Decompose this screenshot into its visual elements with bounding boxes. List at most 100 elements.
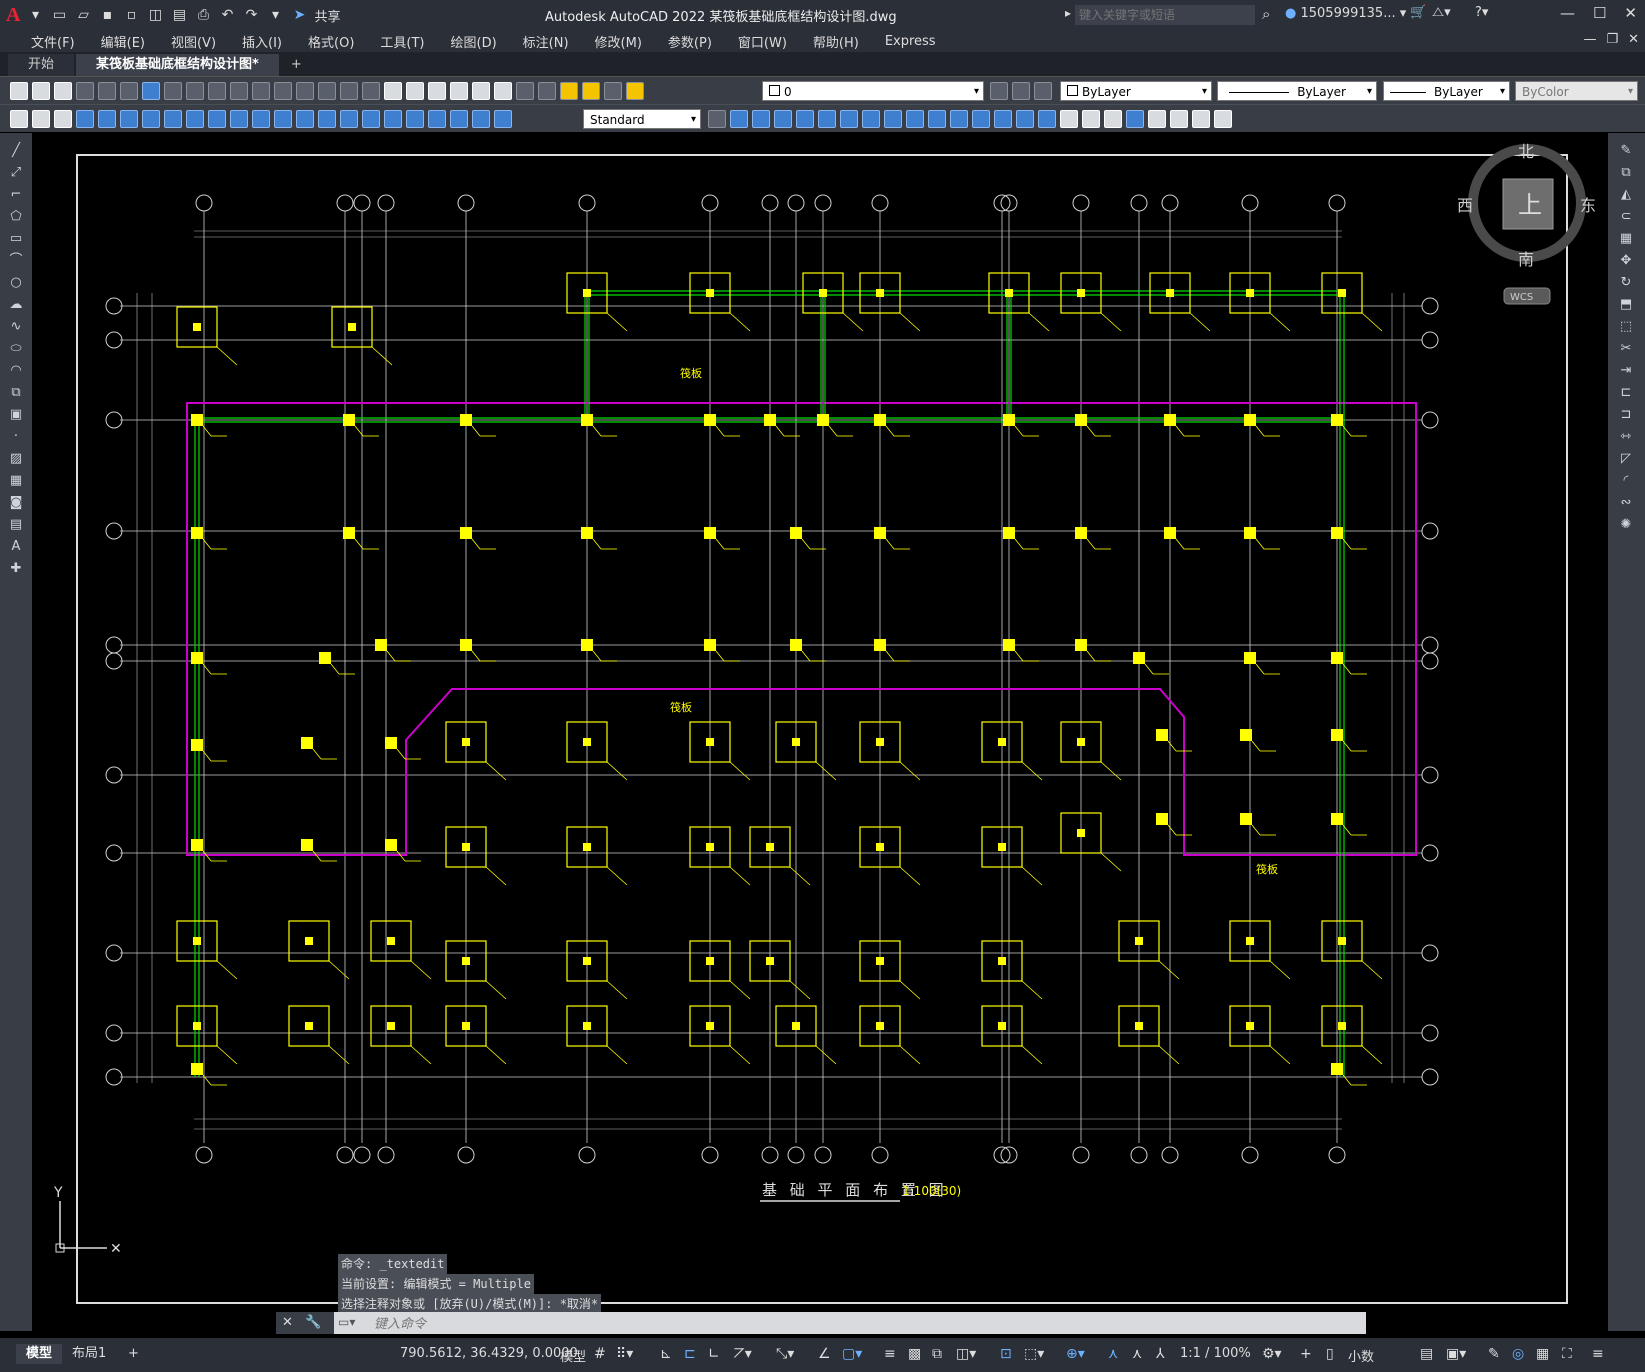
help-icon[interactable] bbox=[516, 82, 534, 100]
hatch-icon[interactable] bbox=[1170, 110, 1188, 128]
model-space-toggle[interactable]: 模型 bbox=[560, 1346, 586, 1365]
center-mark-icon[interactable] bbox=[384, 110, 402, 128]
open-icon[interactable] bbox=[32, 82, 50, 100]
isodraft-icon[interactable]: ⤡▾ bbox=[776, 1346, 794, 1362]
share-label[interactable]: 共享 bbox=[314, 6, 340, 25]
lineweight-icon[interactable]: ≡ bbox=[884, 1346, 896, 1362]
quick-dim-icon[interactable] bbox=[252, 110, 270, 128]
annotation-scale-value[interactable]: 1:1 / 100% bbox=[1180, 1346, 1251, 1361]
isolate-objects-icon[interactable]: ✎ bbox=[1488, 1346, 1500, 1362]
tab-model[interactable]: 模型 bbox=[16, 1344, 63, 1364]
trim-icon[interactable]: ✂ bbox=[1618, 341, 1634, 357]
coordinates-readout[interactable]: 790.5612, 36.4329, 0.0000 bbox=[400, 1346, 578, 1361]
menu-draw[interactable]: 绘图(D) bbox=[438, 32, 510, 51]
save-as-icon[interactable]: ▫ bbox=[122, 7, 140, 23]
layer-manager-icon[interactable] bbox=[538, 82, 556, 100]
extend-icon[interactable]: ⇥ bbox=[1618, 363, 1634, 379]
lock-ui-icon[interactable]: ▣▾ bbox=[1446, 1346, 1466, 1362]
grid-icon[interactable]: # bbox=[594, 1346, 606, 1362]
offset-icon[interactable]: ⊂ bbox=[1618, 209, 1634, 225]
tool-palettes-icon[interactable] bbox=[428, 82, 446, 100]
fillet-icon[interactable] bbox=[1016, 110, 1034, 128]
open-file-icon[interactable]: ▱ bbox=[74, 7, 92, 23]
selection-filter-icon[interactable]: ⬚▾ bbox=[1024, 1346, 1044, 1362]
layer-dropdown[interactable]: 0 ▾ bbox=[762, 81, 984, 101]
new-file-icon[interactable]: ▭ bbox=[50, 7, 68, 23]
aligned-dim-icon[interactable] bbox=[98, 110, 116, 128]
undo-icon[interactable] bbox=[252, 82, 270, 100]
annotation-scale-icon[interactable]: ⅄ bbox=[1156, 1346, 1165, 1362]
tab-drawing[interactable]: 某筏板基础底框结构设计图* bbox=[76, 54, 279, 76]
close-icon[interactable]: ✕ bbox=[1624, 4, 1637, 22]
paste-icon[interactable] bbox=[208, 82, 226, 100]
sun-icon[interactable] bbox=[582, 82, 600, 100]
copy-icon[interactable]: ⧉ bbox=[1618, 165, 1634, 181]
menu-format[interactable]: 格式(O) bbox=[295, 32, 367, 51]
chevron-right-icon[interactable]: ▸ bbox=[1065, 6, 1071, 20]
gear-icon[interactable]: ⚙▾ bbox=[1262, 1346, 1282, 1362]
mirror-icon[interactable]: ◭ bbox=[1618, 187, 1634, 203]
publish-icon[interactable] bbox=[120, 82, 138, 100]
linetype-dropdown[interactable]: ByLayer ▾ bbox=[1217, 81, 1377, 101]
dim-text-edit-icon[interactable] bbox=[472, 110, 490, 128]
freeze-icon[interactable] bbox=[604, 82, 622, 100]
new-tab-button[interactable]: + bbox=[281, 54, 312, 76]
color-dropdown[interactable]: ByLayer ▾ bbox=[1060, 81, 1212, 101]
markup-icon[interactable] bbox=[472, 82, 490, 100]
circle-icon[interactable]: ○ bbox=[8, 275, 24, 291]
menu-file[interactable]: 文件(F) bbox=[18, 32, 88, 51]
clean-screen-icon[interactable]: ▦ bbox=[1536, 1346, 1549, 1362]
undo-icon[interactable]: ↶ bbox=[218, 7, 236, 23]
copy-icon[interactable] bbox=[186, 82, 204, 100]
gradient-icon[interactable]: ▦ bbox=[8, 473, 24, 489]
customize-icon[interactable]: 🔧 bbox=[305, 1315, 321, 1330]
make-current-icon[interactable] bbox=[1034, 82, 1052, 100]
erase-icon[interactable]: ✎ bbox=[1618, 143, 1634, 159]
customization-icon[interactable]: ≡ bbox=[1592, 1346, 1604, 1362]
bulb-icon[interactable] bbox=[560, 82, 578, 100]
viewcube-west[interactable]: 西 bbox=[1457, 196, 1473, 215]
dim-space-icon[interactable] bbox=[318, 110, 336, 128]
lock-icon[interactable] bbox=[626, 82, 644, 100]
dynamic-ucs-icon[interactable]: ⊡ bbox=[1000, 1346, 1012, 1362]
search-icon[interactable]: ⌕ bbox=[1262, 5, 1270, 23]
scale-icon[interactable] bbox=[862, 110, 880, 128]
angular-icon[interactable] bbox=[230, 110, 248, 128]
ordinate-icon[interactable] bbox=[142, 110, 160, 128]
fullscreen-icon[interactable]: ⛶ bbox=[1562, 1346, 1572, 1362]
web-save-icon[interactable]: ◫ bbox=[146, 7, 164, 23]
add-layout-button[interactable]: + bbox=[118, 1344, 149, 1364]
blend-icon[interactable]: ∾ bbox=[1618, 495, 1634, 511]
break-icon[interactable] bbox=[950, 110, 968, 128]
object-snap-icon[interactable]: ▢▾ bbox=[842, 1346, 862, 1362]
fillet-icon[interactable]: ◜ bbox=[1618, 473, 1634, 489]
join-icon[interactable]: ⇿ bbox=[1618, 429, 1634, 445]
break-at-point-icon[interactable]: ⊏ bbox=[1618, 385, 1634, 401]
polyline-icon[interactable]: ⌐ bbox=[8, 187, 24, 203]
doc-minimize-icon[interactable]: — bbox=[1583, 32, 1596, 47]
menu-view[interactable]: 视图(V) bbox=[158, 32, 229, 51]
tab-start[interactable]: 开始 bbox=[8, 54, 75, 76]
cart-icon[interactable]: 🛒 bbox=[1410, 5, 1426, 20]
menu-dimension[interactable]: 标注(N) bbox=[510, 32, 582, 51]
ellipse-icon[interactable]: ⬭ bbox=[8, 341, 24, 357]
zoom-realtime-icon[interactable] bbox=[318, 82, 336, 100]
dim-break-icon[interactable] bbox=[340, 110, 358, 128]
explode-icon[interactable]: ✺ bbox=[1618, 517, 1634, 533]
zoom-window-icon[interactable] bbox=[340, 82, 358, 100]
doc-restore-icon[interactable]: ❐ bbox=[1606, 32, 1618, 47]
search-input[interactable] bbox=[1075, 5, 1255, 25]
print-icon[interactable]: ⎙ bbox=[194, 7, 212, 23]
3d-dwf-icon[interactable] bbox=[142, 82, 160, 100]
table-icon[interactable] bbox=[1192, 110, 1210, 128]
redo-icon[interactable] bbox=[274, 82, 292, 100]
viewcube-south[interactable]: 南 bbox=[1518, 250, 1534, 269]
mtext-icon[interactable]: A bbox=[8, 539, 24, 555]
customize-icon[interactable]: ▾ bbox=[266, 7, 284, 23]
dim-style-icon[interactable] bbox=[708, 110, 726, 128]
ortho-icon[interactable]: ∟ bbox=[708, 1346, 720, 1362]
copy-object-icon[interactable] bbox=[730, 110, 748, 128]
auto-scale-icon[interactable]: ⋏ bbox=[1132, 1346, 1142, 1362]
infer-constraints-icon[interactable]: ⊾ bbox=[660, 1346, 672, 1362]
help-icon[interactable]: ?▾ bbox=[1475, 5, 1488, 20]
